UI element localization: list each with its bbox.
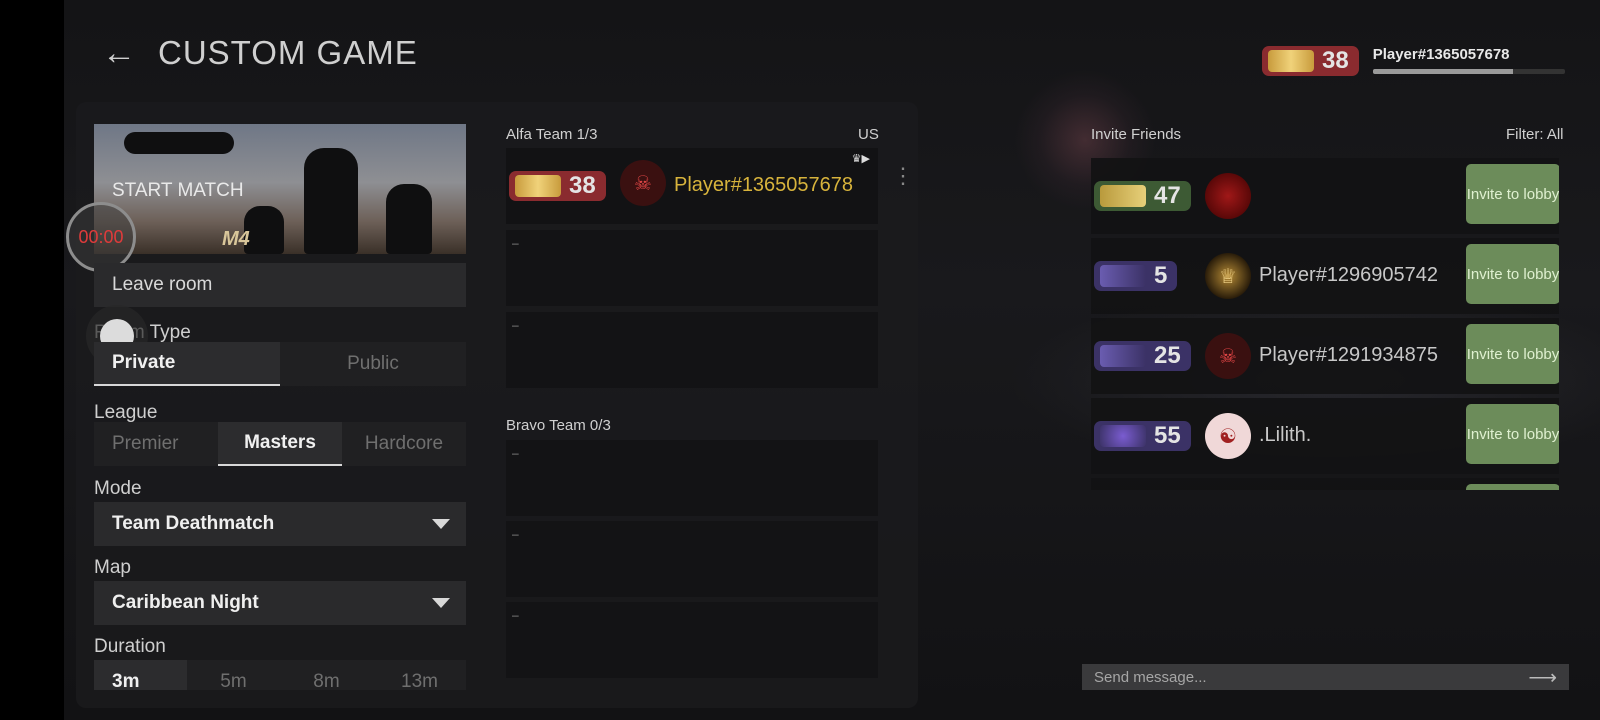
duration-5m[interactable]: 5m (187, 660, 280, 692)
friend-row: 5 ♕ Player#1296905742 Invite to lobby (1091, 238, 1559, 314)
friend-rank-badge: 55 (1094, 421, 1191, 451)
bravo-slot-1[interactable]: – (506, 440, 878, 516)
invite-to-lobby-button[interactable] (1466, 484, 1559, 490)
back-arrow-icon[interactable]: ← (102, 36, 136, 70)
alfa-team-label: Alfa Team 1/3 (506, 126, 598, 143)
friends-list[interactable]: 47 Invite to lobby 5 ♕ Player#1296905742… (1091, 154, 1559, 490)
profile-name: Player#1365057678 (1372, 46, 1510, 63)
page-title: CUSTOM GAME (158, 34, 418, 71)
room-type-selector: Private Public (94, 342, 466, 386)
skull-hood-avatar-icon: ☠ (1205, 333, 1251, 379)
rank-chevron-icon (515, 175, 561, 197)
empty-slot-marker: – (512, 318, 519, 332)
duration-13m[interactable]: 13m (373, 660, 466, 692)
invite-to-lobby-button[interactable]: Invite to lobby (1466, 404, 1559, 464)
soldier-silhouette (244, 206, 284, 254)
invite-friends-label: Invite Friends (1091, 126, 1182, 143)
alfa-slot-3[interactable]: – (506, 312, 878, 388)
xp-progress-bar (1372, 69, 1565, 74)
player-name: Player#1365057678 (674, 174, 854, 196)
friend-rank-number: 47 (1154, 182, 1181, 209)
chat-bar: ⟶ (1082, 664, 1569, 690)
friend-rank-number: 5 (1154, 262, 1168, 289)
player-rank-number: 38 (569, 172, 596, 199)
friend-rank-number: 55 (1154, 422, 1181, 449)
send-arrow-icon[interactable]: ⟶ (1528, 665, 1557, 690)
empty-slot-marker: – (512, 446, 519, 460)
duration-label: Duration (94, 636, 166, 657)
league-masters[interactable]: Masters (218, 422, 342, 466)
bravo-slot-3[interactable]: – (506, 602, 878, 678)
recording-timer[interactable]: 00:00 (66, 202, 136, 272)
profile-summary[interactable]: 38 Player#1365057678 (1262, 46, 1565, 76)
player-rank-badge: 38 (509, 171, 606, 201)
start-match-label: START MATCH (112, 180, 244, 201)
helicopter-silhouette (124, 132, 234, 154)
lion-avatar-icon: ♕ (1205, 253, 1251, 299)
friend-rank-number: 25 (1154, 342, 1181, 369)
red-orb-avatar-icon (1205, 173, 1251, 219)
empty-slot-marker: – (512, 527, 519, 541)
friend-rank-badge: 5 (1094, 261, 1178, 291)
header: ← CUSTOM GAME (102, 34, 418, 72)
soldier-silhouette (386, 184, 432, 254)
rank-chevron-icon (1100, 345, 1146, 367)
xp-progress-fill (1372, 69, 1513, 74)
soldier-silhouette (304, 148, 358, 254)
friends-filter[interactable]: Filter: All (1506, 126, 1564, 143)
cat-scream-avatar-icon: ☯ (1205, 413, 1251, 459)
duration-3m[interactable]: 3m (94, 660, 187, 692)
timer-text: 00:00 (78, 226, 124, 247)
message-input[interactable] (1094, 668, 1474, 686)
skull-hood-avatar-icon: ☠ (620, 160, 666, 206)
start-match-banner[interactable]: START MATCH M4 (94, 124, 466, 254)
friend-name: Player#1296905742 (1259, 264, 1439, 286)
more-options-icon[interactable]: ⋮ (892, 165, 914, 187)
friend-rank-badge: 25 (1094, 341, 1191, 371)
empty-slot-marker: – (512, 236, 519, 250)
left-black-bar (0, 0, 64, 720)
invite-to-lobby-button[interactable]: Invite to lobby (1466, 324, 1559, 384)
room-type-private[interactable]: Private (94, 342, 280, 386)
rank-chevron-icon (1268, 50, 1314, 72)
league-label: League (94, 402, 158, 423)
league-selector: Premier Masters Hardcore (94, 422, 466, 466)
bravo-slot-2[interactable]: – (506, 521, 878, 597)
crown-play-icon: ♛▶ (851, 153, 870, 165)
profile-rank-badge: 38 (1262, 46, 1359, 76)
duration-selector: 3m 5m 8m 13m (94, 660, 466, 692)
mode-value: Team Deathmatch (112, 513, 275, 534)
chevron-down-icon (432, 598, 450, 608)
region-label: US (858, 126, 879, 143)
friend-row: 47 Invite to lobby (1091, 158, 1559, 234)
friend-row: 25 ☠ Player#1291934875 Invite to lobby (1091, 318, 1559, 394)
chevron-down-icon (432, 519, 450, 529)
rank-chevron-icon (1100, 265, 1146, 287)
invite-to-lobby-button[interactable]: Invite to lobby (1466, 244, 1559, 304)
rank-chevron-icon (1100, 185, 1146, 207)
game-logo: M4 (222, 228, 250, 250)
mode-dropdown[interactable]: Team Deathmatch (94, 502, 466, 546)
friend-name: .Lilith. (1259, 424, 1312, 446)
league-hardcore[interactable]: Hardcore (342, 422, 466, 466)
profile-rank-number: 38 (1322, 47, 1349, 74)
alfa-slot-1[interactable]: ♛▶ 38 ☠ Player#1365057678 (506, 148, 878, 224)
alfa-slot-2[interactable]: – (506, 230, 878, 306)
empty-slot-marker: – (512, 608, 519, 622)
duration-8m[interactable]: 8m (280, 660, 373, 692)
friend-name: Player#1291934875 (1259, 344, 1439, 366)
map-label: Map (94, 557, 131, 578)
map-value: Caribbean Night (112, 592, 259, 613)
mode-label: Mode (94, 478, 142, 499)
invite-to-lobby-button[interactable]: Invite to lobby (1466, 164, 1559, 224)
leave-room-button[interactable]: Leave room (94, 263, 466, 307)
rank-chevron-icon (1100, 425, 1146, 447)
room-type-public[interactable]: Public (280, 342, 466, 386)
league-premier[interactable]: Premier (94, 422, 218, 466)
friend-rank-badge: 47 (1094, 181, 1191, 211)
bravo-team-label: Bravo Team 0/3 (506, 417, 611, 434)
map-dropdown[interactable]: Caribbean Night (94, 581, 466, 625)
friend-row: 55 ☯ .Lilith. Invite to lobby (1091, 398, 1559, 474)
friend-row (1091, 478, 1559, 490)
